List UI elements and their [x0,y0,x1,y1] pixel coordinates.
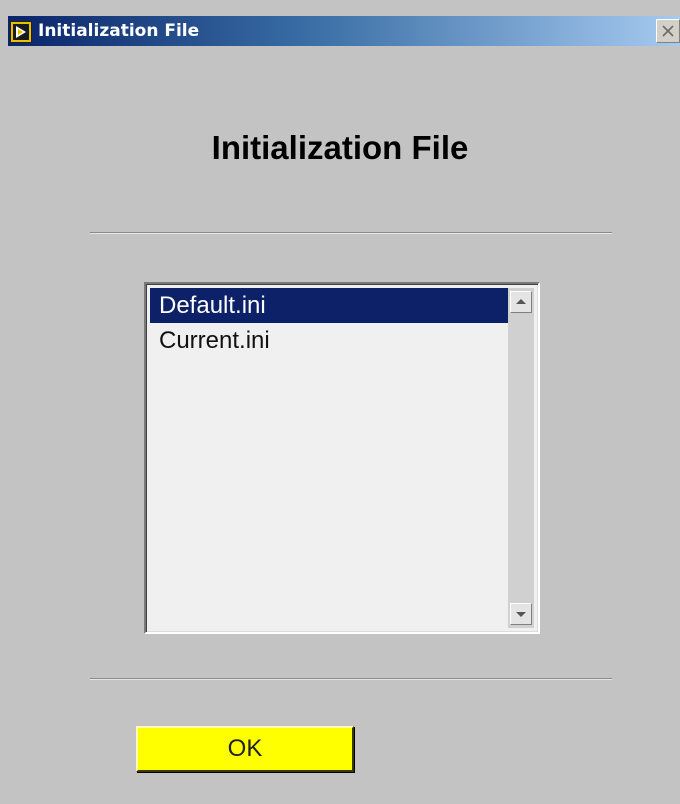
close-icon [662,25,674,37]
dialog-heading: Initialization File [211,129,469,166]
dialog-window: Initialization File Initialization File … [0,0,680,804]
scroll-down-arrow-icon [516,612,526,617]
labview-run-icon [10,21,32,43]
scroll-up-arrow-icon [516,299,526,304]
ok-button[interactable]: OK [136,726,354,772]
top-divider [90,232,612,234]
file-listbox[interactable]: Default.ini Current.ini [144,282,540,634]
file-list: Default.ini Current.ini [150,288,508,628]
bottom-divider [90,678,612,680]
list-item-current-ini[interactable]: Current.ini [150,323,508,358]
scroll-down-button[interactable] [510,603,532,625]
close-button[interactable] [656,19,680,43]
scroll-up-button[interactable] [510,291,532,313]
title-bar[interactable]: Initialization File [8,16,680,46]
window-title: Initialization File [38,21,200,41]
list-item-default-ini[interactable]: Default.ini [150,288,508,323]
list-scrollbar[interactable] [508,288,534,628]
